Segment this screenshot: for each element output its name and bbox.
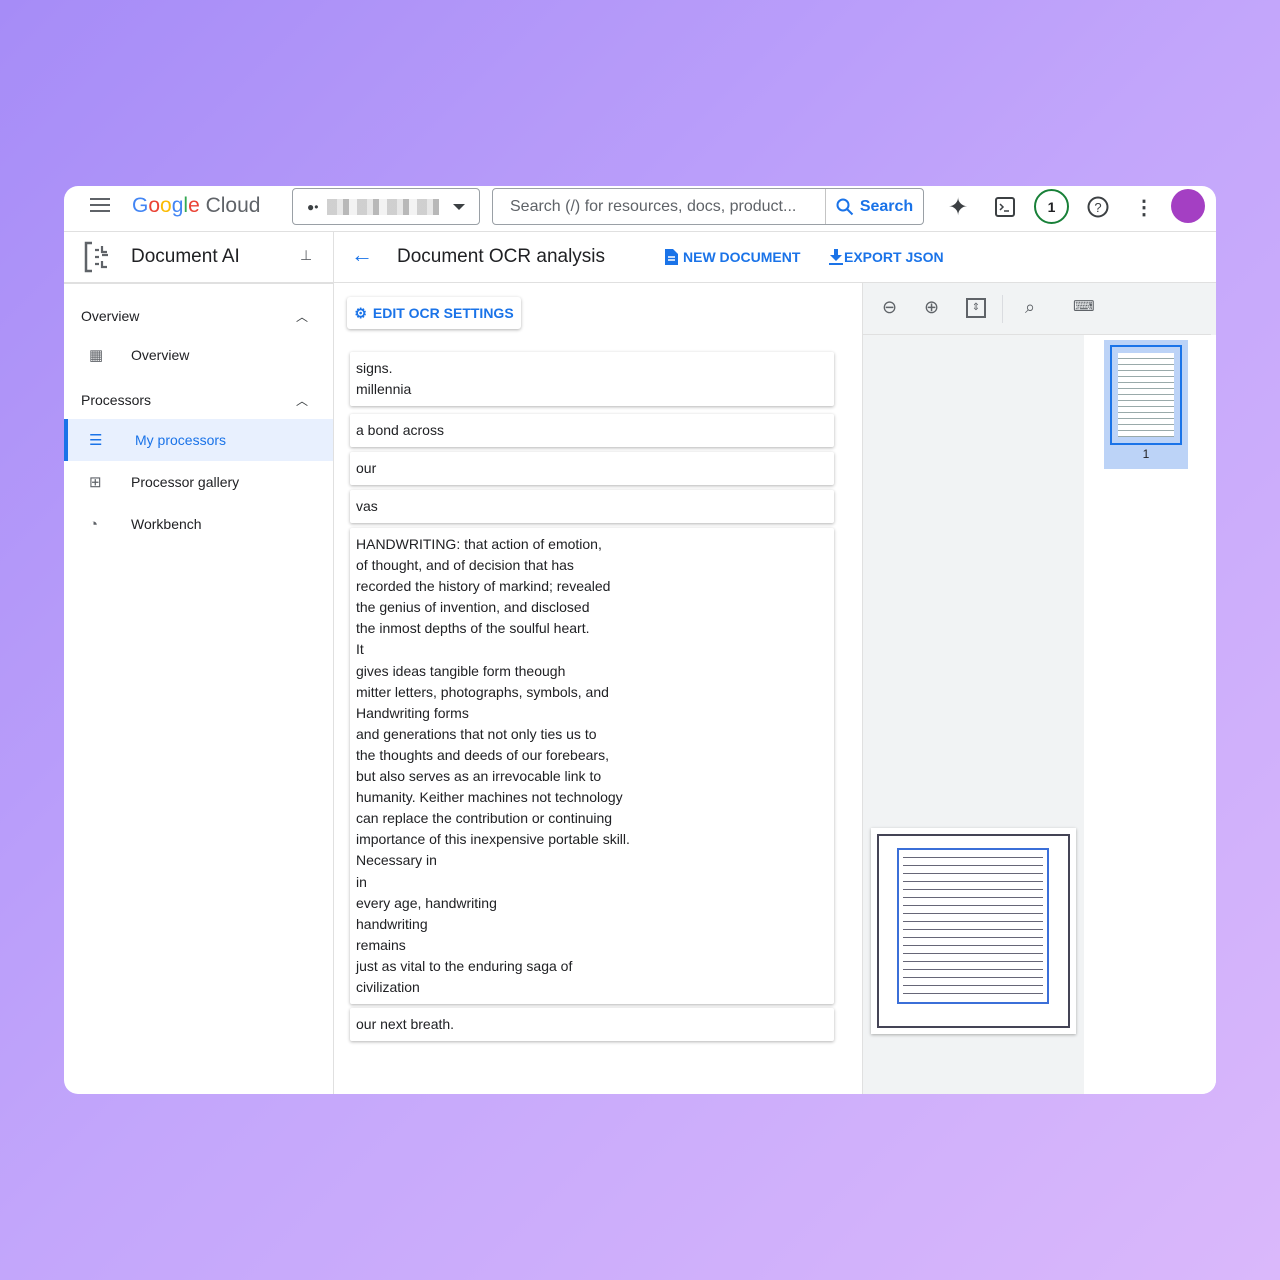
ocr-line: gives ideas tangible form theough	[356, 662, 566, 679]
google-cloud-logo[interactable]: Google Cloud	[132, 194, 260, 218]
ocr-text-block[interactable]: our next breath.	[350, 1008, 834, 1042]
page-thumbnails: 1	[1084, 335, 1216, 1094]
ocr-line: the genius of invention, and disclosed	[356, 599, 590, 616]
sidebar-item-my-processors[interactable]: ☰ My processors	[64, 419, 333, 461]
ocr-line: humanity. Keither machines not technolog…	[356, 789, 623, 806]
ocr-line: HANDWRITING: that action of emotion,	[356, 536, 602, 552]
sidebar-item-label: Processor gallery	[131, 474, 240, 490]
more-vert-icon[interactable]: ⋮	[1131, 194, 1157, 220]
chevron-down-icon	[453, 204, 465, 210]
edit-ocr-settings-label: EDIT OCR SETTINGS	[372, 305, 514, 321]
notifications-badge[interactable]: 1	[1034, 189, 1069, 224]
chevron-up-icon[interactable]: ︿	[296, 308, 308, 325]
ocr-line: remains	[356, 936, 406, 953]
fit-page-icon[interactable]: ⇕	[966, 298, 986, 318]
ocr-line: Handwriting forms	[356, 704, 469, 721]
svg-text:?: ?	[1094, 200, 1101, 215]
new-document-label: NEW DOCUMENT	[683, 249, 801, 265]
ocr-line: handwriting	[356, 915, 428, 932]
ocr-text-block[interactable]: signs. millennia	[350, 352, 834, 407]
ocr-text-panel: ⚙ EDIT OCR SETTINGS signs. millennia a bond…	[334, 283, 862, 1094]
help-icon[interactable]: ?	[1085, 194, 1111, 220]
app-window: Google Cloud ●• Search ✦ 1 ? ⋮ Document …	[64, 186, 1216, 1094]
ocr-line: a bond across	[356, 422, 444, 438]
document-page-preview	[871, 828, 1076, 1034]
project-picker[interactable]: ●•	[292, 188, 480, 225]
ocr-line: Necessary in	[356, 852, 437, 869]
ocr-line: just as vital to the enduring saga of	[356, 957, 573, 974]
zoom-out-icon[interactable]: ⊖	[882, 297, 897, 318]
top-bar: Google Cloud ●• Search ✦ 1 ? ⋮	[64, 186, 1216, 232]
avatar[interactable]	[1171, 189, 1205, 223]
ocr-line: in	[356, 873, 367, 890]
section-overview[interactable]: Overview	[81, 308, 139, 324]
project-icon: ●•	[307, 200, 319, 214]
dashboard-icon: ▦	[89, 347, 104, 364]
grid-icon: ⊞	[89, 474, 102, 491]
ocr-text-block[interactable]: vas	[350, 490, 834, 524]
document-icon	[665, 249, 678, 265]
workbench-icon: ◔	[89, 515, 99, 533]
page-number: 1	[1142, 447, 1150, 461]
notification-count: 1	[1047, 198, 1056, 215]
search-icon	[836, 198, 854, 215]
ocr-line: the thoughts and deeds of our forebears,	[356, 746, 609, 763]
ocr-line: the inmost depths of the soulful heart.	[356, 620, 590, 637]
search-box: Search	[492, 188, 924, 225]
project-name-redacted	[327, 199, 439, 215]
new-document-button[interactable]: NEW DOCUMENT	[665, 249, 800, 265]
sidebar-item-workbench[interactable]: ◔ Workbench	[64, 503, 333, 545]
ocr-line: vas	[356, 498, 378, 514]
ocr-line: millennia	[356, 381, 412, 398]
ocr-line: and generations that not only ties us to	[356, 725, 597, 742]
zoom-in-icon[interactable]: ⊕	[924, 297, 939, 318]
download-icon	[829, 249, 843, 265]
ocr-line: importance of this inexpensive portable …	[356, 831, 630, 848]
menu-icon[interactable]	[90, 198, 110, 214]
back-arrow-icon[interactable]: ←	[351, 242, 373, 268]
ocr-line: our	[356, 460, 377, 476]
sidebar-item-overview[interactable]: ▦ Overview	[64, 334, 333, 376]
ocr-line: can replace the contribution or continui…	[356, 810, 613, 827]
divider	[64, 283, 333, 284]
cloud-shell-icon[interactable]	[992, 194, 1018, 220]
list-icon: ☰	[89, 432, 103, 449]
search-icon[interactable]: ⌕	[1025, 297, 1035, 318]
sidebar-item-label: Workbench	[131, 516, 202, 532]
ocr-line: our next breath.	[356, 1016, 455, 1032]
ocr-line: mitter letters, photographs, symbols, an…	[356, 683, 609, 700]
search-button[interactable]: Search	[825, 189, 923, 224]
ocr-text-block[interactable]: HANDWRITING: that action of emotion, of t…	[350, 528, 834, 1005]
page-title: Document OCR analysis	[397, 246, 606, 267]
edit-ocr-settings-button[interactable]: ⚙ EDIT OCR SETTINGS	[347, 297, 521, 329]
ocr-line: civilization	[356, 978, 420, 995]
ocr-line: It	[356, 641, 364, 658]
ocr-line: every age, handwriting	[356, 894, 497, 911]
sidebar-item-label: Overview	[131, 347, 190, 363]
search-button-label: Search	[859, 197, 914, 215]
ocr-line: signs.	[356, 360, 393, 376]
ocr-line: but also serves as an irrevocable link t…	[356, 768, 602, 785]
search-input[interactable]	[493, 189, 825, 224]
sidebar: Overview ︿ ▦ Overview Processors ︿ ☰ My pr…	[64, 232, 334, 1094]
document-viewer: ⊖ ⊕ ⇕ ⌕ ⌨ 1	[862, 283, 1216, 1094]
sidebar-item-processor-gallery[interactable]: ⊞ Processor gallery	[64, 461, 333, 503]
sidebar-item-label: My processors	[135, 432, 227, 448]
keyboard-icon[interactable]: ⌨	[1073, 297, 1095, 315]
gemini-sparkle-icon[interactable]: ✦	[945, 194, 971, 221]
viewer-toolbar: ⊖ ⊕ ⇕ ⌕ ⌨	[863, 283, 1211, 335]
ocr-line: of thought, and of decision that has	[356, 557, 574, 574]
section-processors[interactable]: Processors	[81, 392, 151, 408]
export-json-button[interactable]: EXPORT JSON	[829, 249, 944, 265]
divider	[1002, 295, 1003, 323]
gear-icon: ⚙	[354, 304, 367, 321]
ocr-line: recorded the history of markind; reveale…	[356, 578, 611, 595]
export-json-label: EXPORT JSON	[844, 249, 944, 265]
ocr-text-block[interactable]: our	[350, 452, 834, 486]
page-thumbnail[interactable]: 1	[1104, 340, 1188, 469]
ocr-text-block[interactable]: a bond across	[350, 414, 834, 448]
chevron-up-icon[interactable]: ︿	[296, 392, 308, 409]
